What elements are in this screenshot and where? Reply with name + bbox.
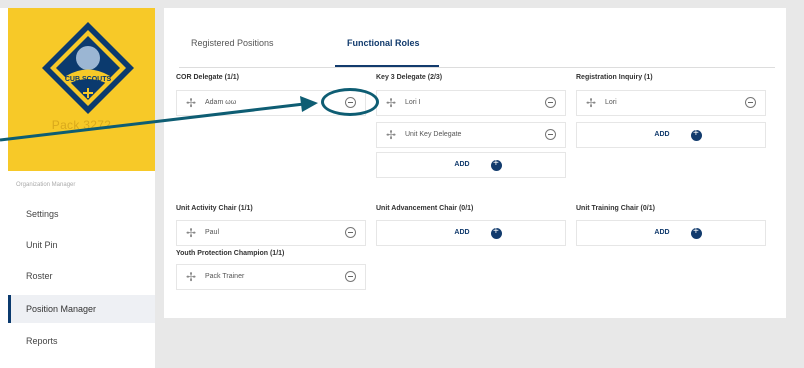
callout-arrow bbox=[0, 96, 318, 142]
